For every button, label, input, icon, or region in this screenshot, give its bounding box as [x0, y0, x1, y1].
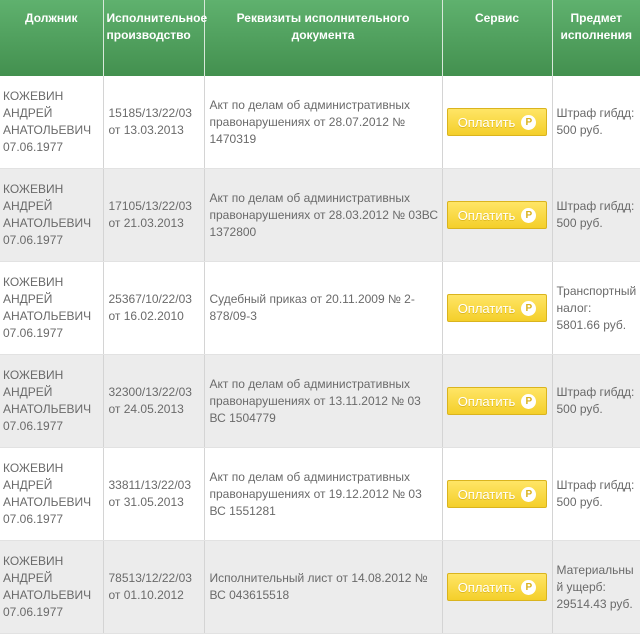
requisites-cell: Акт по делам об административных правона…	[204, 76, 443, 169]
debts-table: Должник Исполнительное производство Рекв…	[0, 0, 640, 634]
proceeding-cell: 32300/13/22/03 от 24.05.2013	[103, 354, 205, 448]
pay-button-label: Оплатить	[457, 393, 516, 409]
service-cell: Оплатить Р	[442, 168, 553, 262]
ruble-icon: Р	[521, 393, 537, 409]
debtor-name: КОЖЕВИН АНДРЕЙ АНАТОЛЬЕВИЧ	[3, 554, 92, 602]
proceeding-date: от 01.10.2012	[108, 588, 184, 602]
proceeding-number: 33811/13/22/03	[108, 478, 192, 492]
table-row: КОЖЕВИН АНДРЕЙ АНАТОЛЬЕВИЧ 07.06.1977 78…	[0, 540, 640, 634]
proceeding-date: от 31.05.2013	[108, 495, 184, 509]
subject-cell: Транспортный налог: 5801.66 руб.	[552, 261, 640, 355]
header-row: Должник Исполнительное производство Рекв…	[0, 0, 640, 76]
pay-button[interactable]: Оплатить Р	[447, 480, 547, 508]
pay-button[interactable]: Оплатить Р	[447, 294, 547, 322]
service-cell: Оплатить Р	[442, 447, 553, 541]
proceeding-cell: 17105/13/22/03 от 21.03.2013	[103, 168, 205, 262]
pay-button-label: Оплатить	[457, 486, 516, 502]
ruble-icon: Р	[521, 579, 537, 595]
header-proceeding: Исполнительное производство	[103, 0, 207, 76]
table-row: КОЖЕВИН АНДРЕЙ АНАТОЛЬЕВИЧ 07.06.1977 17…	[0, 168, 640, 262]
service-cell: Оплатить Р	[442, 354, 553, 448]
table-header: Должник Исполнительное производство Рекв…	[0, 0, 640, 76]
debtor-cell: КОЖЕВИН АНДРЕЙ АНАТОЛЬЕВИЧ 07.06.1977	[0, 447, 104, 541]
subject-cell: Штраф гибдд: 500 руб.	[552, 168, 640, 262]
subject-cell: Штраф гибдд: 500 руб.	[552, 447, 640, 541]
table-body: КОЖЕВИН АНДРЕЙ АНАТОЛЬЕВИЧ 07.06.1977 15…	[0, 76, 640, 634]
debtor-cell: КОЖЕВИН АНДРЕЙ АНАТОЛЬЕВИЧ 07.06.1977	[0, 354, 104, 448]
debtor-dob: 07.06.1977	[3, 512, 64, 526]
ruble-icon: Р	[521, 207, 537, 223]
debtor-cell: КОЖЕВИН АНДРЕЙ АНАТОЛЬЕВИЧ 07.06.1977	[0, 76, 104, 169]
debtor-name: КОЖЕВИН АНДРЕЙ АНАТОЛЬЕВИЧ	[3, 368, 92, 416]
service-cell: Оплатить Р	[442, 540, 553, 634]
proceeding-date: от 21.03.2013	[108, 216, 184, 230]
table-row: КОЖЕВИН АНДРЕЙ АНАТОЛЬЕВИЧ 07.06.1977 15…	[0, 76, 640, 169]
pay-button[interactable]: Оплатить Р	[447, 387, 547, 415]
debtor-cell: КОЖЕВИН АНДРЕЙ АНАТОЛЬЕВИЧ 07.06.1977	[0, 168, 104, 262]
pay-button-label: Оплатить	[457, 207, 516, 223]
pay-button-label: Оплатить	[457, 300, 516, 316]
subject-cell: Штраф гибдд: 500 руб.	[552, 354, 640, 448]
table-row: КОЖЕВИН АНДРЕЙ АНАТОЛЬЕВИЧ 07.06.1977 25…	[0, 261, 640, 355]
proceeding-cell: 25367/10/22/03 от 16.02.2010	[103, 261, 205, 355]
ruble-icon: Р	[521, 114, 537, 130]
header-requisites: Реквизиты исполнительного документа	[204, 0, 443, 76]
proceeding-number: 25367/10/22/03	[108, 292, 192, 306]
debtor-name: КОЖЕВИН АНДРЕЙ АНАТОЛЬЕВИЧ	[3, 182, 92, 230]
ruble-icon: Р	[521, 486, 537, 502]
proceeding-cell: 33811/13/22/03 от 31.05.2013	[103, 447, 205, 541]
proceeding-date: от 13.03.2013	[108, 123, 184, 137]
subject-cell: Штраф гибдд: 500 руб.	[552, 76, 640, 169]
requisites-cell: Акт по делам об административных правона…	[204, 168, 443, 262]
header-debtor: Должник	[0, 0, 104, 76]
header-service: Сервис	[442, 0, 553, 76]
requisites-cell: Судебный приказ от 20.11.2009 № 2-878/09…	[204, 261, 443, 355]
debtor-dob: 07.06.1977	[3, 605, 64, 619]
pay-button-label: Оплатить	[457, 114, 516, 130]
debtor-dob: 07.06.1977	[3, 419, 64, 433]
proceeding-date: от 24.05.2013	[108, 402, 184, 416]
requisites-cell: Акт по делам об административных правона…	[204, 354, 443, 448]
ruble-icon: Р	[521, 300, 537, 316]
proceeding-cell: 78513/12/22/03 от 01.10.2012	[103, 540, 205, 634]
debtor-dob: 07.06.1977	[3, 140, 64, 154]
requisites-cell: Акт по делам об административных правона…	[204, 447, 443, 541]
debtor-name: КОЖЕВИН АНДРЕЙ АНАТОЛЬЕВИЧ	[3, 461, 92, 509]
debtor-name: КОЖЕВИН АНДРЕЙ АНАТОЛЬЕВИЧ	[3, 89, 92, 137]
debtor-cell: КОЖЕВИН АНДРЕЙ АНАТОЛЬЕВИЧ 07.06.1977	[0, 261, 104, 355]
proceeding-cell: 15185/13/22/03 от 13.03.2013	[103, 76, 205, 169]
proceeding-number: 15185/13/22/03	[108, 106, 192, 120]
header-subject: Предмет исполнения	[552, 0, 640, 76]
debtor-dob: 07.06.1977	[3, 326, 64, 340]
table-row: КОЖЕВИН АНДРЕЙ АНАТОЛЬЕВИЧ 07.06.1977 32…	[0, 354, 640, 448]
pay-button[interactable]: Оплатить Р	[447, 201, 547, 229]
proceeding-number: 32300/13/22/03	[108, 385, 192, 399]
service-cell: Оплатить Р	[442, 76, 553, 169]
requisites-cell: Исполнительный лист от 14.08.2012 № ВС 0…	[204, 540, 443, 634]
debtor-dob: 07.06.1977	[3, 233, 64, 247]
table-row: КОЖЕВИН АНДРЕЙ АНАТОЛЬЕВИЧ 07.06.1977 33…	[0, 447, 640, 541]
debtor-cell: КОЖЕВИН АНДРЕЙ АНАТОЛЬЕВИЧ 07.06.1977	[0, 540, 104, 634]
proceeding-number: 17105/13/22/03	[108, 199, 192, 213]
pay-button-label: Оплатить	[457, 579, 516, 595]
debtor-name: КОЖЕВИН АНДРЕЙ АНАТОЛЬЕВИЧ	[3, 275, 92, 323]
proceeding-number: 78513/12/22/03	[108, 571, 192, 585]
pay-button[interactable]: Оплатить Р	[447, 573, 547, 601]
subject-cell: Материальный ущерб: 29514.43 руб.	[552, 540, 640, 634]
service-cell: Оплатить Р	[442, 261, 553, 355]
pay-button[interactable]: Оплатить Р	[447, 108, 547, 136]
proceeding-date: от 16.02.2010	[108, 309, 184, 323]
